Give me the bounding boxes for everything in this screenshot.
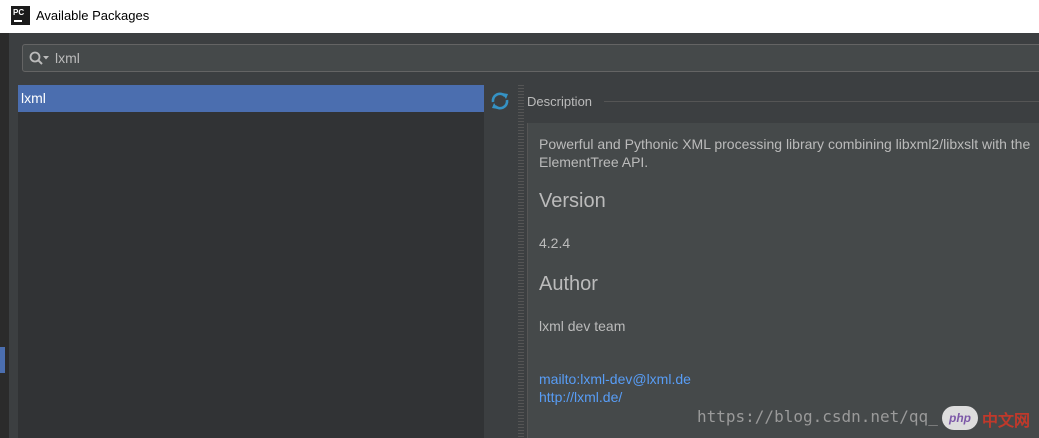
background-editor-strip: [0, 33, 9, 438]
author-heading: Author: [539, 273, 598, 295]
window-title: Available Packages: [36, 8, 150, 23]
refresh-icon[interactable]: [489, 90, 511, 112]
watermark-url: https://blog.csdn.net/qq_: [697, 407, 938, 426]
mailto-link[interactable]: mailto:lxml-dev@lxml.de: [539, 371, 691, 387]
description-label: Description: [527, 94, 593, 109]
version-heading: Version: [539, 190, 606, 212]
search-field[interactable]: [22, 44, 1039, 72]
app-icon-label: PC: [13, 8, 25, 17]
search-input[interactable]: [55, 49, 955, 67]
version-value: 4.2.4: [539, 235, 571, 251]
homepage-link[interactable]: http://lxml.de/: [539, 389, 622, 405]
watermark-site-name: 中文网: [982, 411, 1031, 430]
package-list[interactable]: lxml: [18, 85, 484, 438]
pycharm-icon: PC: [11, 6, 30, 25]
search-icon[interactable]: [29, 51, 51, 67]
php-logo: php: [942, 406, 978, 430]
package-name: lxml: [21, 90, 46, 106]
author-value: lxml dev team: [539, 318, 626, 334]
title-bar: PC Available Packages: [0, 0, 1039, 33]
available-packages-dialog: lxml Description Powerful and Pythonic X…: [9, 33, 1039, 438]
splitter-handle[interactable]: [518, 85, 524, 438]
package-description: Powerful and Pythonic XML processing lib…: [539, 136, 1031, 170]
description-separator: [604, 101, 1039, 102]
description-panel: Powerful and Pythonic XML processing lib…: [527, 123, 1039, 438]
package-list-item[interactable]: lxml: [18, 85, 484, 112]
background-selection-marker: [0, 347, 5, 373]
